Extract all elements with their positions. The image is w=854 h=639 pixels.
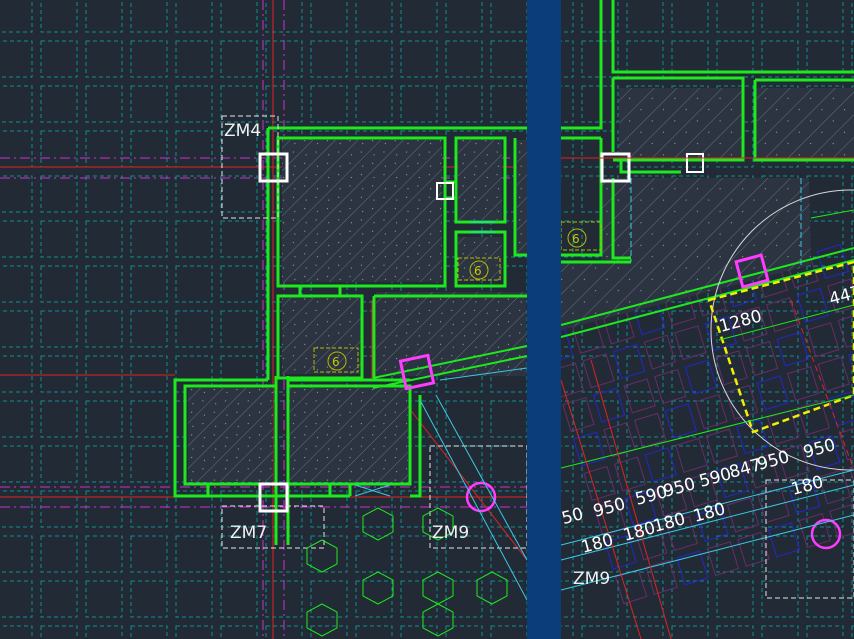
right-drawing-canvas[interactable]: 6 1280 447 950 950 590950 590847950 950 180 1…	[561, 0, 854, 639]
tag-label-zm9: ZM9	[432, 523, 469, 543]
left-drawing-canvas[interactable]: ZM4 ZM7 ZM9 6 6	[0, 0, 527, 639]
tag-label-right-zm9: ZM9	[573, 569, 610, 589]
right-section-symbol-label: 6	[572, 232, 580, 246]
viewport-divider[interactable]	[527, 0, 561, 639]
right-viewport[interactable]: 6 1280 447 950 950 590 950 590 847 950 950 180 1…	[561, 0, 854, 639]
section-symbol-b: 6	[474, 264, 482, 278]
cad-drawing-workspace[interactable]: ZM4 ZM7 ZM9 6 6 6 1280 447 950 950 590 9…	[0, 0, 854, 639]
tag-label-zm7: ZM7	[230, 523, 267, 543]
tag-label-zm4: ZM4	[224, 121, 261, 141]
left-viewport[interactable]: ZM4 ZM7 ZM9 6 6	[0, 0, 527, 639]
section-symbol-a: 6	[332, 355, 340, 369]
